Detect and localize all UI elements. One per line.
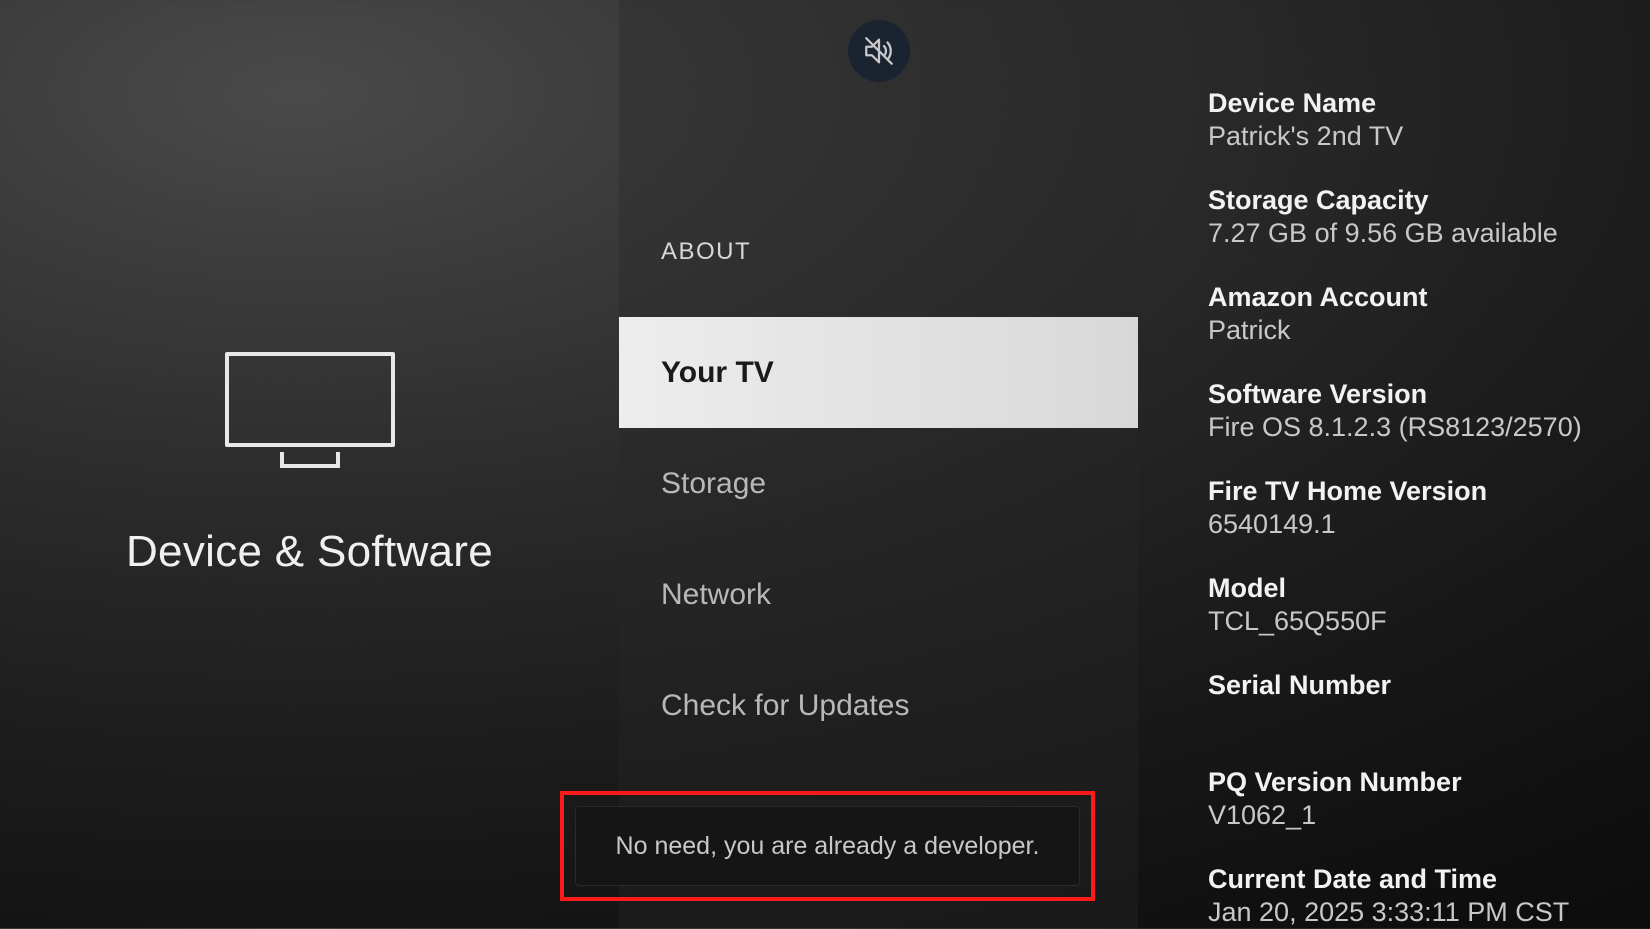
detail-value: 7.27 GB of 9.56 GB available — [1208, 218, 1620, 250]
detail-pq-version: PQ Version Number V1062_1 — [1208, 767, 1620, 832]
detail-datetime: Current Date and Time Jan 20, 2025 3:33:… — [1208, 864, 1620, 929]
detail-label: Fire TV Home Version — [1208, 476, 1620, 507]
detail-value: Jan 20, 2025 3:33:11 PM CST — [1208, 897, 1620, 929]
left-section: Device & Software — [0, 0, 619, 928]
menu-column: ABOUT Your TV Storage Network Check for … — [619, 0, 1138, 928]
detail-label: PQ Version Number — [1208, 767, 1620, 798]
menu-your-tv[interactable]: Your TV — [619, 317, 1138, 428]
menu-item-label: Your TV — [661, 356, 774, 390]
detail-label: Current Date and Time — [1208, 864, 1620, 895]
detail-serial-number: Serial Number — [1208, 670, 1620, 735]
detail-model: Model TCL_65Q550F — [1208, 573, 1620, 638]
detail-column: Device Name Patrick's 2nd TV Storage Cap… — [1138, 0, 1650, 928]
menu-item-label: Check for Updates — [661, 689, 909, 723]
detail-value: Fire OS 8.1.2.3 (RS8123/2570) — [1208, 412, 1620, 444]
detail-value: V1062_1 — [1208, 800, 1620, 832]
menu-storage[interactable]: Storage — [619, 428, 1138, 539]
about-header: ABOUT — [661, 238, 751, 266]
detail-label: Device Name — [1208, 88, 1620, 119]
detail-label: Model — [1208, 573, 1620, 604]
menu-item-label: Network — [661, 578, 771, 612]
detail-storage-capacity: Storage Capacity 7.27 GB of 9.56 GB avai… — [1208, 185, 1620, 250]
detail-label: Storage Capacity — [1208, 185, 1620, 216]
tv-icon — [225, 352, 395, 467]
detail-value: TCL_65Q550F — [1208, 606, 1620, 638]
detail-value: 6540149.1 — [1208, 509, 1620, 541]
detail-firetv-home-version: Fire TV Home Version 6540149.1 — [1208, 476, 1620, 541]
menu-items: Your TV Storage Network Check for Update… — [619, 317, 1138, 761]
menu-network[interactable]: Network — [619, 539, 1138, 650]
detail-value — [1208, 703, 1620, 735]
menu-item-label: Storage — [661, 467, 766, 501]
detail-label: Software Version — [1208, 379, 1620, 410]
menu-check-updates[interactable]: Check for Updates — [619, 650, 1138, 761]
detail-device-name: Device Name Patrick's 2nd TV — [1208, 88, 1620, 153]
detail-software-version: Software Version Fire OS 8.1.2.3 (RS8123… — [1208, 379, 1620, 444]
detail-value: Patrick's 2nd TV — [1208, 121, 1620, 153]
detail-amazon-account: Amazon Account Patrick — [1208, 282, 1620, 347]
detail-label: Amazon Account — [1208, 282, 1620, 313]
mute-icon — [848, 20, 910, 82]
detail-value: Patrick — [1208, 315, 1620, 347]
page-title: Device & Software — [126, 527, 493, 577]
detail-label: Serial Number — [1208, 670, 1620, 701]
